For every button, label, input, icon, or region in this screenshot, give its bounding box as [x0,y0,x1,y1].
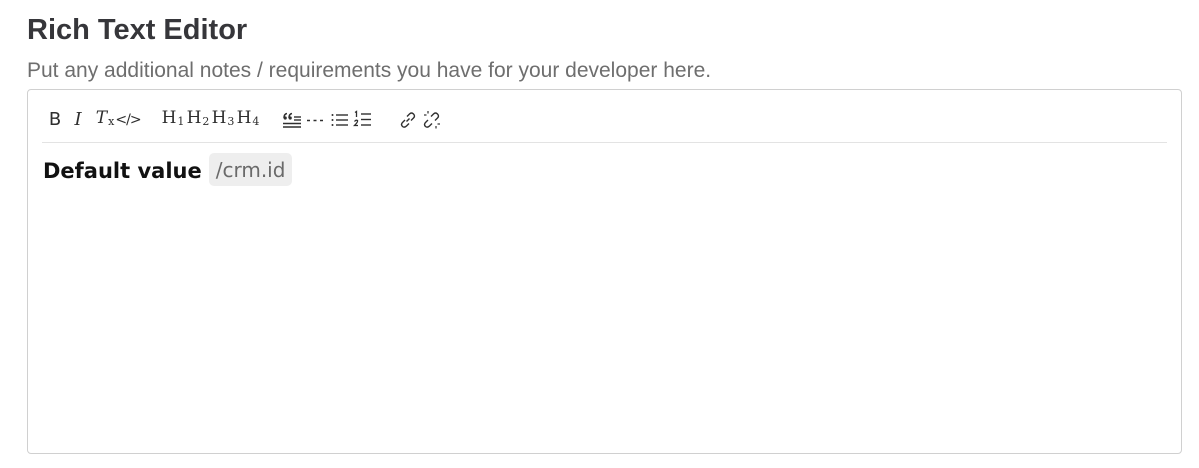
heading-1-button[interactable]: H1 [161,107,185,133]
italic-button[interactable]: I [71,107,85,133]
ordered-list-button[interactable] [353,107,373,133]
blockquote-icon [283,112,301,128]
inline-code: /crm.id [208,153,293,186]
rich-text-editor: B I Tx </> H1 H2 H3 H4 Default value /cr… [27,89,1182,454]
heading-3-button[interactable]: H3 [211,107,235,133]
unlink-icon [423,111,440,129]
bullet-list-icon [331,114,348,126]
horizontal-rule-icon [307,119,323,122]
code-icon: </> [115,112,141,128]
clear-format-button[interactable]: Tx [94,107,116,133]
link-button[interactable] [399,107,417,133]
editor-content[interactable]: Default value /crm.id [43,152,1166,443]
ordered-list-icon [353,110,371,127]
blockquote-button[interactable] [282,107,302,133]
bold-text: Default value [43,159,202,183]
page-subtitle: Put any additional notes / requirements … [27,59,712,82]
italic-icon: I [74,109,82,130]
clear-format-icon: Tx [95,108,115,128]
code-button[interactable]: </> [115,107,141,133]
unlink-button[interactable] [422,107,442,133]
horizontal-rule-button[interactable] [306,107,324,133]
heading-4-button[interactable]: H4 [236,107,260,133]
page-title: Rich Text Editor [27,14,248,46]
heading-2-icon: H2 [186,108,210,128]
editor-toolbar: B I Tx </> H1 H2 H3 H4 [42,90,1167,143]
heading-3-icon: H3 [211,108,235,128]
link-icon [400,112,416,128]
bold-icon: B [48,109,62,130]
heading-1-icon: H1 [161,108,185,128]
heading-4-icon: H4 [236,108,260,128]
bold-button[interactable]: B [47,107,63,133]
bullet-list-button[interactable] [330,107,350,133]
heading-2-button[interactable]: H2 [186,107,210,133]
